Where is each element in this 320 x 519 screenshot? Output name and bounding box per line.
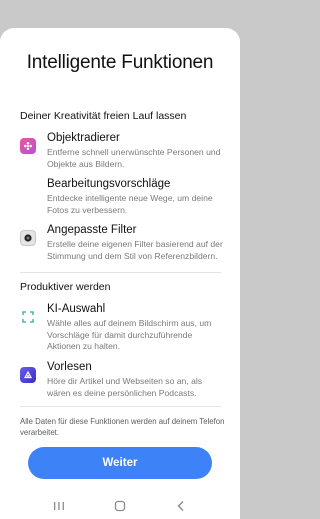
section-heading-productivity: Produktiver werden (20, 281, 111, 293)
page-title: Intelligente Funktionen (26, 52, 214, 73)
divider (20, 272, 221, 273)
feature-description: Entdecke intelligente neue Wege, um dein… (47, 193, 213, 215)
divider (20, 406, 221, 407)
read-aloud-icon (20, 367, 36, 383)
eraser-icon (20, 138, 36, 154)
home-icon[interactable] (110, 496, 130, 516)
feature-description: Entferne schnell unerwünschte Personen u… (47, 147, 221, 169)
feature-name: KI-Auswahl (47, 303, 106, 315)
feature-name: Angepasste Filter (47, 224, 137, 236)
filter-icon (20, 230, 36, 246)
selection-icon (20, 309, 36, 325)
feature-description: Wähle alles auf deinem Bildschirm aus, u… (47, 318, 212, 351)
recents-icon[interactable] (49, 496, 69, 516)
back-icon[interactable] (171, 496, 191, 516)
feature-description: Höre dir Artikel und Webseiten so an, al… (47, 376, 203, 398)
feature-name: Objektradierer (47, 132, 120, 144)
navigation-bar (0, 492, 240, 519)
bottom-sheet (0, 28, 240, 519)
continue-button[interactable]: Weiter (28, 447, 212, 479)
feature-name: Bearbeitungsvorschläge (47, 178, 171, 190)
feature-name: Vorlesen (47, 361, 92, 373)
section-heading-creativity: Deiner Kreativität freien Lauf lassen (20, 110, 187, 122)
privacy-note: Alle Daten für diese Funktionen werden a… (20, 417, 225, 437)
feature-description: Erstelle deine eigenen Filter basierend … (47, 239, 223, 261)
